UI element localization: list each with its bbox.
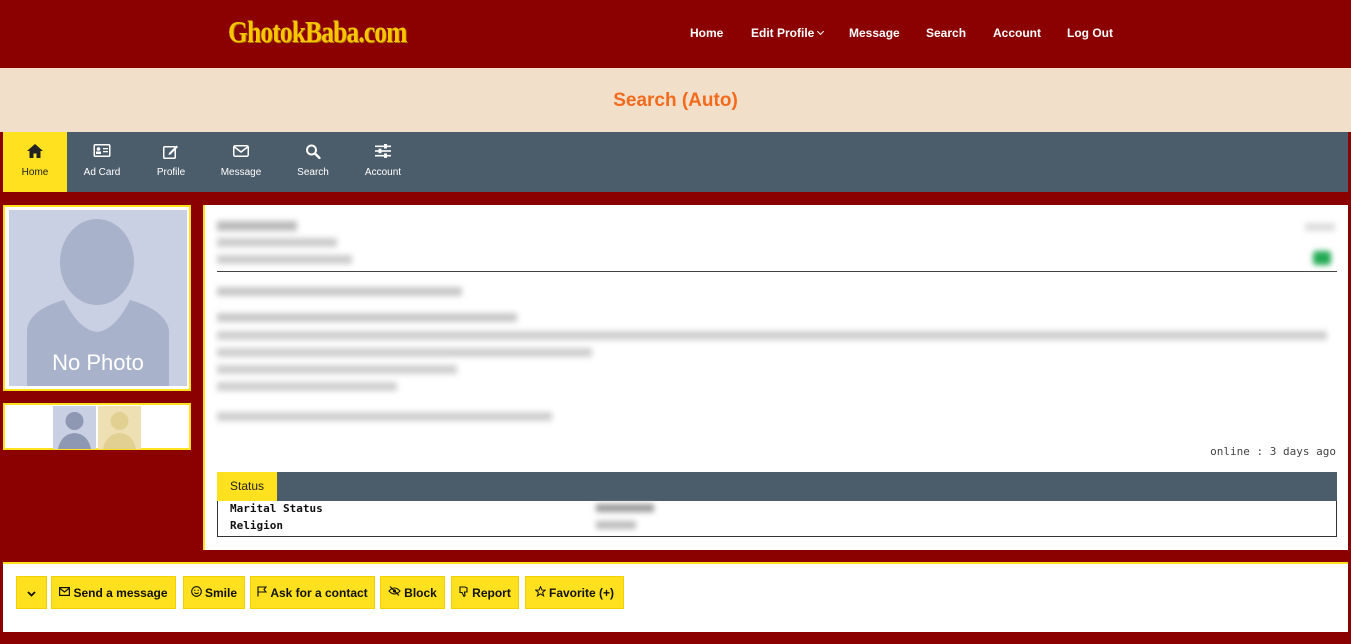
- smile-icon: [191, 585, 202, 600]
- menu-home[interactable]: Home: [3, 132, 67, 192]
- blurred-text: [217, 382, 397, 391]
- blurred-text: [217, 313, 517, 322]
- send-message-label: Send a message: [73, 585, 168, 600]
- menu-message-label: Message: [220, 167, 262, 178]
- status-table: Marital Status Religion: [217, 501, 1337, 537]
- more-options-button[interactable]: [16, 576, 47, 609]
- marital-status-value: [596, 504, 654, 512]
- smile-label: Smile: [204, 585, 237, 600]
- menu-ad-card[interactable]: Ad Card: [70, 132, 134, 192]
- profile-photo-box: No Photo: [3, 205, 191, 391]
- top-navbar: GhotokBaba.com Home Edit Profile Message…: [0, 0, 1351, 68]
- id-card-icon: [93, 144, 111, 162]
- status-header-bar: Status: [217, 472, 1337, 501]
- search-icon: [306, 144, 321, 164]
- menu-search[interactable]: Search: [281, 132, 345, 192]
- title-band: Search (Auto): [0, 68, 1351, 132]
- blurred-text: [217, 412, 552, 421]
- blurred-text: [217, 331, 1327, 340]
- edit-icon: [163, 144, 179, 164]
- favorite-button[interactable]: Favorite (+): [525, 576, 624, 609]
- nav-search[interactable]: Search: [926, 26, 966, 42]
- smile-button[interactable]: Smile: [183, 576, 245, 609]
- report-label: Report: [472, 585, 511, 600]
- menu-search-label: Search: [297, 167, 329, 178]
- photo-thumbnails: [3, 403, 191, 450]
- blurred-text: [217, 365, 457, 374]
- block-label: Block: [404, 585, 437, 600]
- no-photo-label: No Photo: [52, 350, 144, 375]
- nav-logout[interactable]: Log Out: [1067, 26, 1113, 42]
- menu-account-label: Account: [364, 167, 402, 178]
- report-button[interactable]: Report: [451, 576, 519, 609]
- menu-profile-label: Profile: [156, 167, 186, 178]
- chevron-down-icon: [817, 27, 825, 36]
- menu-account[interactable]: Account: [351, 132, 415, 192]
- icon-menu-bar: Home Ad Card Profile Message Search Acco…: [3, 132, 1348, 192]
- menu-ad-card-label: Ad Card: [83, 167, 121, 178]
- blurred-text: [217, 221, 297, 231]
- nav-message[interactable]: Message: [849, 26, 900, 42]
- flag-icon: [1313, 251, 1331, 265]
- envelope-icon: [59, 586, 71, 599]
- block-button[interactable]: Block: [380, 576, 445, 609]
- blurred-text: [1305, 223, 1335, 231]
- site-logo[interactable]: GhotokBaba.com: [228, 14, 407, 50]
- divider: [217, 271, 1337, 272]
- online-status: online : 3 days ago: [1210, 445, 1336, 458]
- tab-status[interactable]: Status: [217, 472, 277, 501]
- nav-account[interactable]: Account: [993, 26, 1041, 42]
- religion-value: [596, 521, 636, 529]
- menu-profile[interactable]: Profile: [139, 132, 203, 192]
- thumbnail-male[interactable]: [53, 406, 96, 449]
- flag-icon: [257, 585, 268, 600]
- blurred-text: [217, 348, 592, 357]
- profile-photo[interactable]: No Photo: [9, 210, 187, 386]
- nav-edit-profile-label: Edit Profile: [751, 26, 815, 40]
- blurred-text: [217, 255, 352, 264]
- action-bar: Send a message Smile Ask for a contact B…: [3, 562, 1348, 632]
- chevron-down-icon: [27, 586, 36, 600]
- envelope-icon: [233, 144, 249, 162]
- favorite-label: Favorite (+): [548, 585, 614, 600]
- profile-info-panel: online : 3 days ago Status Marital Statu…: [203, 205, 1348, 550]
- blurred-text: [217, 238, 337, 247]
- page-title: Search (Auto): [613, 90, 738, 111]
- blurred-text: [217, 287, 462, 296]
- menu-message[interactable]: Message: [209, 132, 273, 192]
- ask-contact-label: Ask for a contact: [270, 585, 368, 600]
- marital-status-label: Marital Status: [230, 502, 323, 515]
- ask-contact-button[interactable]: Ask for a contact: [250, 576, 375, 609]
- sliders-icon: [375, 144, 391, 163]
- eye-slash-icon: [388, 586, 401, 599]
- send-message-button[interactable]: Send a message: [51, 576, 176, 609]
- thumbnail-female[interactable]: [98, 406, 141, 449]
- thumbs-down-icon: [459, 585, 469, 600]
- nav-edit-profile[interactable]: Edit Profile: [751, 26, 825, 42]
- religion-label: Religion: [230, 519, 283, 532]
- menu-home-label: Home: [21, 167, 49, 178]
- star-icon: [534, 584, 547, 600]
- nav-home[interactable]: Home: [690, 26, 723, 42]
- home-icon: [27, 144, 43, 163]
